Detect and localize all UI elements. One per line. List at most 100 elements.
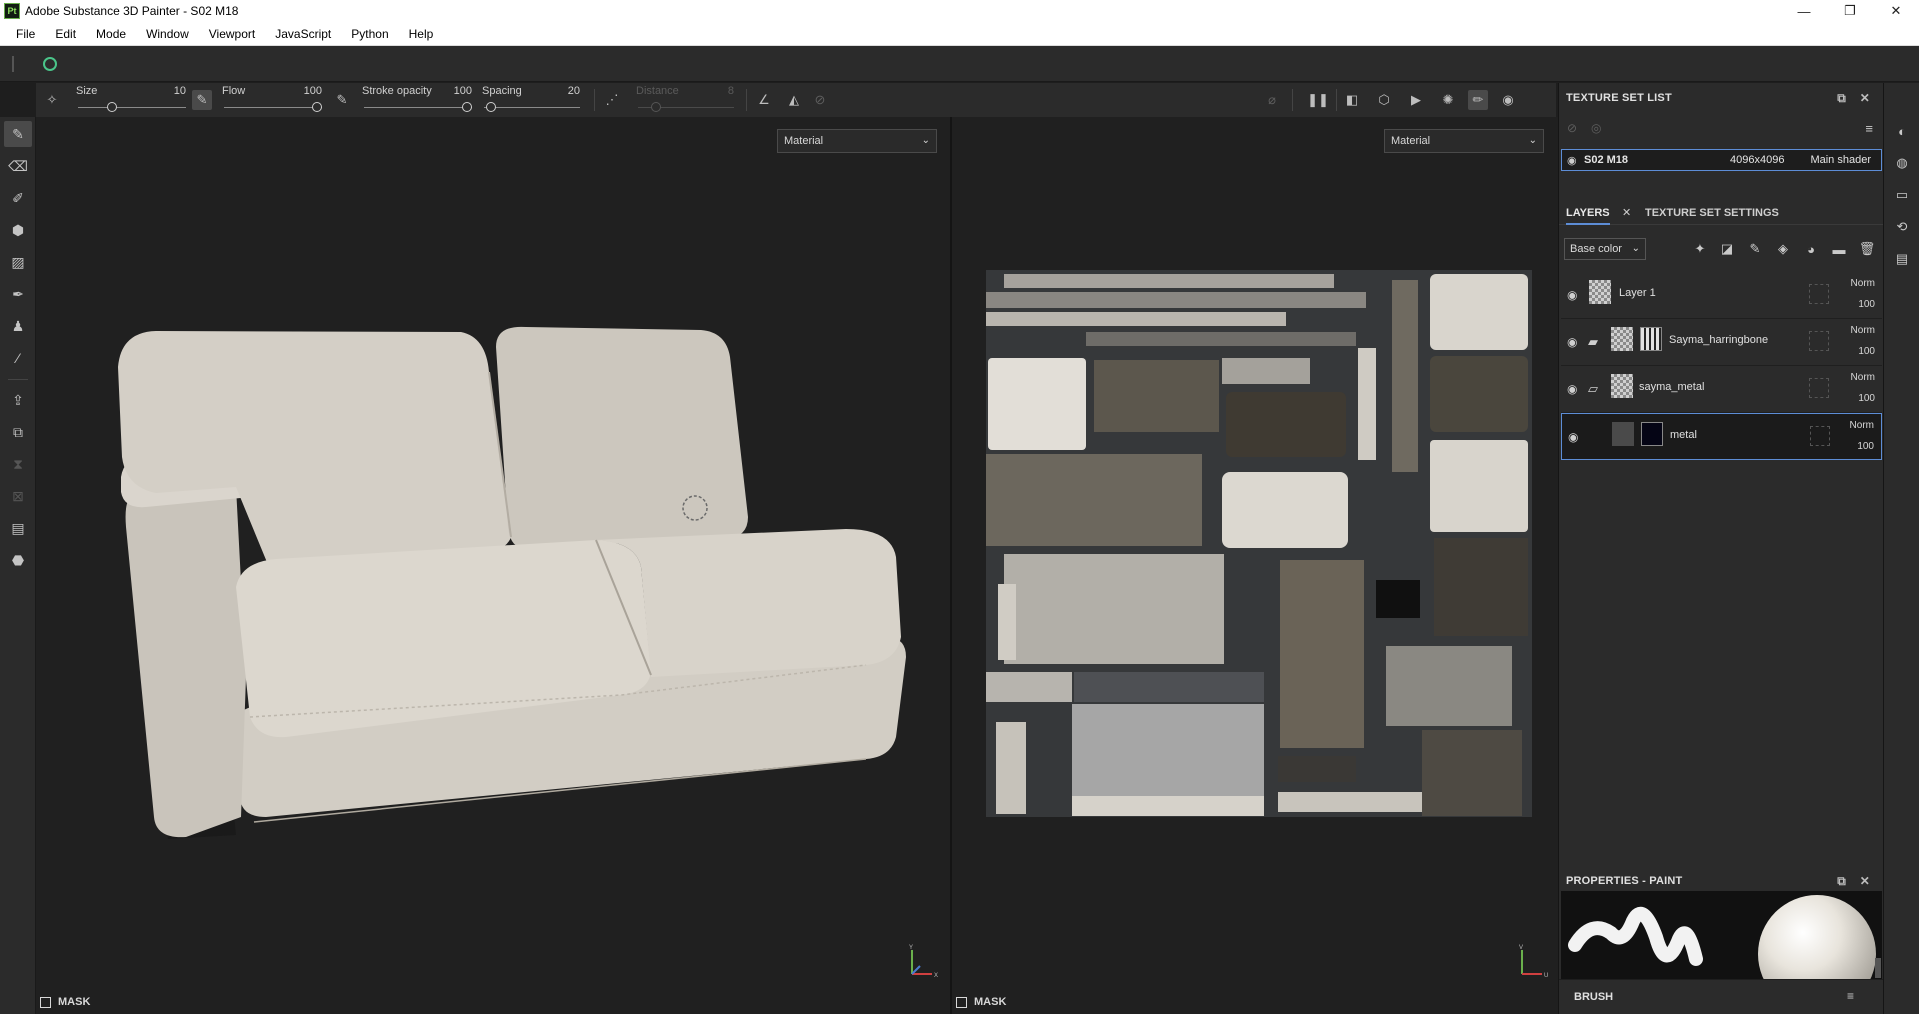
color-picker-icon[interactable]: ⁄	[4, 345, 32, 371]
menu-edit[interactable]: Edit	[45, 22, 86, 46]
sofa-model[interactable]	[36, 117, 950, 1014]
pause-render-icon[interactable]: ❚❚	[1307, 90, 1329, 110]
undock-icon[interactable]: ⧉	[1837, 874, 1846, 889]
spacing-knob[interactable]	[485, 102, 496, 112]
camera-icon[interactable]: ▶	[1406, 90, 1426, 110]
brush-section[interactable]: BRUSH ≡	[1559, 979, 1884, 1014]
flow-pen-pressure-icon[interactable]: ✎	[332, 90, 352, 110]
layer-name[interactable]: Layer 1	[1619, 287, 1656, 299]
close-tab-icon[interactable]: ✕	[1622, 206, 1631, 219]
eye-icon[interactable]: ◉	[1567, 382, 1577, 396]
view-mode-icon[interactable]: ◧	[1342, 90, 1362, 110]
tab-texture-set-settings[interactable]: TEXTURE SET SETTINGS	[1645, 201, 1779, 225]
layer-name[interactable]: sayma_metal	[1639, 381, 1704, 393]
add-smart-material-icon[interactable]: ◕	[1801, 239, 1821, 259]
show-all-icon[interactable]: ◎	[1591, 121, 1601, 135]
menu-viewport[interactable]: Viewport	[199, 22, 265, 46]
close-panel-icon[interactable]: ✕	[1860, 91, 1870, 105]
size-pen-pressure-icon[interactable]: ✎	[192, 90, 212, 110]
physics-icon[interactable]: ⧗	[4, 451, 32, 477]
menu-python[interactable]: Python	[341, 22, 398, 46]
brush-preset-icon[interactable]: ✧	[42, 90, 62, 110]
assets-icon[interactable]: ▭	[1892, 185, 1912, 205]
add-effect-icon[interactable]: ✦	[1690, 239, 1710, 259]
clone-icon[interactable]: ♟	[4, 313, 32, 339]
eraser-icon[interactable]: ⌫	[4, 153, 32, 179]
line-angle-icon[interactable]: ∠	[754, 90, 774, 110]
menu-javascript[interactable]: JavaScript	[265, 22, 341, 46]
layer-opacity[interactable]: 100	[1858, 393, 1875, 404]
eye-icon[interactable]: ◉	[1567, 335, 1577, 349]
polygon-fill-icon[interactable]: ▨	[4, 249, 32, 275]
texture-set-row[interactable]: ◉ S02 M18 4096x4096 Main shader	[1561, 149, 1882, 171]
properties-scrollbar[interactable]	[1875, 958, 1881, 978]
path-icon[interactable]: ⊠	[4, 483, 32, 509]
size-track[interactable]	[78, 107, 186, 108]
tab-layers[interactable]: LAYERS	[1566, 201, 1610, 225]
object-view-icon[interactable]: ⬡	[1374, 90, 1394, 110]
layer-opacity[interactable]: 100	[1858, 346, 1875, 357]
smudge-icon[interactable]: ✒	[4, 281, 32, 307]
menu-file[interactable]: File	[6, 22, 45, 46]
viewport-3d[interactable]: Material ⌄ Y X MASK	[36, 117, 950, 1014]
menu-mode[interactable]: Mode	[86, 22, 136, 46]
blend-mode[interactable]: Norm	[1851, 325, 1875, 336]
spacing-slider[interactable]: Spacing 20	[482, 83, 580, 117]
minimize-button[interactable]: —	[1781, 0, 1827, 22]
flow-knob[interactable]	[312, 102, 322, 112]
stroke-opacity-knob[interactable]	[462, 102, 472, 112]
channel-select[interactable]: Base color ⌄	[1564, 238, 1646, 260]
folder-open-icon[interactable]: ▱	[1588, 381, 1598, 397]
stroke-opacity-track[interactable]	[364, 107, 472, 108]
history-icon[interactable]: ⟲	[1892, 217, 1912, 237]
mask-slot[interactable]	[1809, 331, 1829, 351]
viewport-2d[interactable]: Material ⌄ V U MASK	[952, 117, 1558, 1014]
lazy-mouse-icon[interactable]: ⋰	[602, 90, 622, 110]
snapshot-icon[interactable]: ▤	[4, 515, 32, 541]
spacing-track[interactable]	[484, 107, 580, 108]
folder-icon[interactable]: ▰	[1588, 334, 1598, 350]
texture-set-menu-icon[interactable]: ≡	[1865, 121, 1873, 136]
maximize-button[interactable]: ❐	[1827, 0, 1873, 22]
iray-icon[interactable]: ⬣	[4, 547, 32, 573]
texture-set-shader[interactable]: Main shader	[1810, 154, 1871, 166]
menu-help[interactable]: Help	[399, 22, 444, 46]
blend-mode[interactable]: Norm	[1851, 278, 1875, 289]
layer-name[interactable]: metal	[1670, 429, 1697, 441]
symmetry-mirror-icon[interactable]: ⊘	[810, 90, 830, 110]
size-knob[interactable]	[107, 102, 118, 112]
layer-row-selected[interactable]: ◉ metal Norm 100	[1561, 413, 1882, 460]
brush-menu-icon[interactable]: ≡	[1847, 989, 1854, 1003]
mask-slot[interactable]	[1809, 378, 1829, 398]
add-fill-layer-icon[interactable]: ◈	[1773, 239, 1793, 259]
mask-toggle-2d[interactable]: MASK	[956, 996, 1006, 1008]
add-paint-layer-icon[interactable]: ✎	[1745, 239, 1765, 259]
layer-name[interactable]: Sayma_harringbone	[1669, 334, 1768, 346]
symmetry-icon[interactable]: ◭	[784, 90, 804, 110]
export-icon[interactable]: ⇪	[4, 387, 32, 413]
close-window-button[interactable]: ✕	[1873, 0, 1919, 22]
mask-checkbox-3d[interactable]	[40, 996, 51, 1008]
paint-mode-icon[interactable]: ✏	[1468, 90, 1488, 110]
close-panel-icon[interactable]: ✕	[1860, 874, 1870, 888]
bake-icon[interactable]: ⧉	[4, 419, 32, 445]
log-icon[interactable]: ▤	[1892, 249, 1912, 269]
eye-icon[interactable]: ◉	[1567, 288, 1577, 302]
spacing-value[interactable]: 20	[568, 85, 580, 97]
drag-handle[interactable]	[12, 56, 14, 72]
flow-value[interactable]: 100	[304, 85, 322, 97]
eye-icon[interactable]: ◉	[1567, 154, 1577, 167]
add-mask-icon[interactable]: ◪	[1717, 239, 1737, 259]
mask-slot[interactable]	[1810, 426, 1830, 446]
size-slider[interactable]: Size 10	[76, 83, 186, 117]
hide-all-icon[interactable]: ⊘	[1567, 121, 1577, 135]
blend-mode[interactable]: Norm	[1850, 420, 1874, 431]
paint-brush-icon[interactable]: ✎	[4, 121, 32, 147]
viewport-2d-mode-select[interactable]: Material ⌄	[1384, 129, 1544, 153]
stroke-opacity-value[interactable]: 100	[454, 85, 472, 97]
stroke-opacity-slider[interactable]: Stroke opacity 100	[362, 83, 472, 117]
eye-icon[interactable]: ◉	[1568, 430, 1578, 444]
layer-row[interactable]: ◉ ▰ Sayma_harringbone Norm 100	[1561, 319, 1882, 366]
mask-toggle-3d[interactable]: MASK	[40, 996, 90, 1008]
delete-layer-icon[interactable]: 🗑	[1857, 239, 1877, 259]
